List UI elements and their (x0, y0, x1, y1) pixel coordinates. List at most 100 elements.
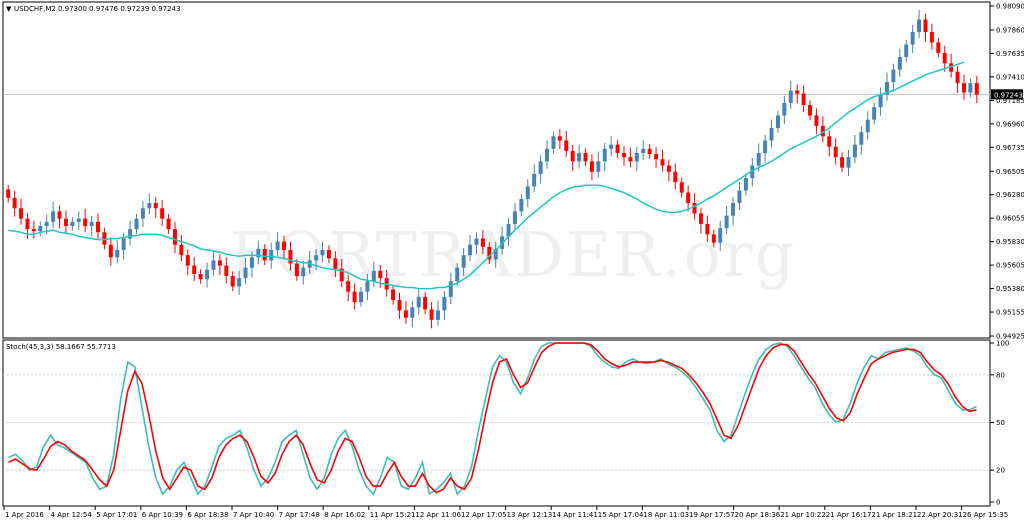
candle-body (615, 144, 620, 154)
stoch-tick-label: 50 (996, 419, 1005, 427)
time-tick-label: 14 Apr 11:41 (552, 511, 598, 519)
candle-body (102, 232, 107, 245)
symbol-label: USDCHF,M2 (14, 5, 56, 13)
candle-body (140, 208, 145, 219)
candle-body (326, 249, 331, 259)
candle-body (6, 189, 11, 198)
candle-body (673, 171, 678, 183)
candle-body (185, 255, 190, 266)
candle-body (89, 221, 94, 226)
candle-body (622, 153, 626, 158)
indicator-label: Stoch(45,3,3) 58.1667 55.7713 (6, 343, 116, 351)
time-tick-label: 15 Apr 17:04 (598, 511, 644, 519)
candle-body (320, 249, 325, 256)
candle-body (557, 136, 562, 141)
candle-body (589, 161, 594, 172)
candle-body (737, 190, 742, 204)
time-tick-label: 6 Apr 10:39 (142, 511, 183, 519)
candle-body (859, 132, 864, 145)
candle-body (852, 144, 857, 158)
candle-body (288, 249, 293, 264)
candle-body (666, 165, 671, 172)
candle-body (391, 289, 396, 301)
candle-body (769, 127, 774, 141)
candle-body (172, 229, 177, 245)
candle-body (51, 211, 56, 222)
candle-body (570, 150, 575, 162)
candle-body (705, 223, 710, 235)
price-tick-label: 0.96960 (996, 120, 1024, 128)
candle-body (942, 52, 947, 64)
candle-body (583, 153, 588, 162)
candle-body (538, 161, 543, 174)
candle-body (423, 296, 428, 310)
time-tick-label: 22 Apr 20:31 (917, 511, 963, 519)
candle-body (910, 32, 915, 45)
price-tick-label: 0.95830 (996, 238, 1024, 246)
candle-body (121, 238, 126, 250)
candle-body (416, 296, 421, 308)
chart-menu-icon[interactable]: ▼ (6, 5, 12, 13)
candle-body (38, 226, 43, 232)
candle-body (352, 291, 357, 303)
candle-body (147, 203, 152, 209)
candle-body (512, 211, 517, 224)
candle-body (917, 19, 922, 33)
candle-body (782, 102, 787, 116)
candle-body (698, 213, 703, 224)
candle-body (634, 153, 639, 162)
candle-body (333, 258, 338, 269)
candle-body (314, 255, 319, 261)
candle-body (961, 83, 966, 93)
watermark: FORTRADER.org (230, 218, 796, 291)
candle-body (814, 115, 819, 126)
candle-body (435, 310, 440, 320)
candle-body (192, 265, 197, 274)
candle-body (955, 71, 960, 84)
candle-body (217, 260, 222, 266)
candle-body (224, 265, 229, 277)
candle-body (756, 153, 761, 166)
candle-body (724, 215, 729, 229)
candle-body (346, 281, 351, 292)
candle-body (243, 267, 248, 279)
candle-body (846, 157, 851, 168)
price-tick-label: 0.97860 (996, 26, 1024, 34)
price-tick-label: 0.95155 (996, 309, 1024, 317)
candle-body (628, 157, 633, 162)
candle-body (795, 90, 800, 94)
price-tick-label: 0.96735 (996, 144, 1024, 152)
candle-body (711, 234, 716, 243)
candle-body (923, 19, 928, 33)
candle-body (564, 140, 569, 151)
candle-body (83, 218, 88, 226)
price-tick-label: 0.95380 (996, 285, 1024, 293)
candle-body (455, 267, 460, 282)
candle-body (743, 178, 748, 191)
candle-body (468, 244, 473, 256)
time-tick-label: 11 Apr 15:21 (370, 511, 416, 519)
candle-body (410, 307, 415, 318)
candle-body (269, 249, 274, 261)
candle-body (827, 136, 832, 147)
price-tick-label: 0.96055 (996, 215, 1024, 223)
candle-body (429, 309, 434, 320)
candle-body (25, 218, 30, 230)
candle-body (301, 267, 306, 277)
time-tick-label: 21 Apr 16:17 (826, 511, 872, 519)
candle-body (763, 140, 768, 154)
candle-body (397, 300, 402, 311)
candle-body (371, 270, 376, 282)
candle-body (897, 57, 902, 70)
candle-body (788, 90, 793, 103)
candle-body (654, 154, 659, 160)
candle-body (929, 32, 934, 43)
candle-body (775, 115, 780, 128)
candle-body (237, 278, 242, 287)
price-tick-label: 0.97635 (996, 50, 1024, 58)
time-tick-label: 20 Apr 18:36 (735, 511, 781, 519)
candle-body (718, 228, 723, 243)
candle-body (532, 173, 537, 187)
price-tick-label: 0.97410 (996, 73, 1024, 81)
candle-body (70, 221, 75, 226)
